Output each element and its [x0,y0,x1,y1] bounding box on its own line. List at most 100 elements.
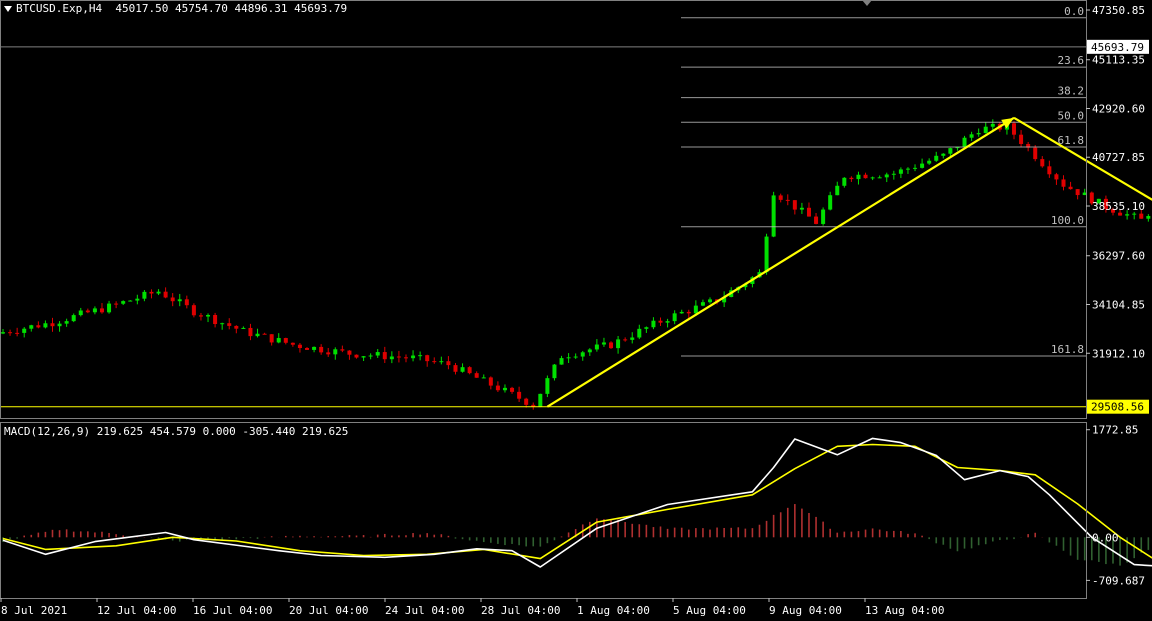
chart-header[interactable]: BTCUSD.Exp,H4 45017.50 45754.70 44896.31… [4,2,347,15]
candle-body [368,355,373,357]
candle-body [305,348,310,350]
candle-body [432,361,437,363]
candle-body [439,361,444,363]
candle-body [1125,214,1130,216]
candle-body [8,332,13,334]
candle-body [1040,159,1045,167]
macd-panel[interactable] [2,437,1152,568]
chart-axes: 47350.85 45113.35 42920.60 40727.85 38535.10… [0,0,1149,617]
candle-body [213,314,218,325]
chevron-down-icon[interactable] [4,6,12,12]
candle-body [57,323,62,327]
trading-chart[interactable]: 0.023.638.250.061.8100.0161.8 47350.8545… [0,0,1152,621]
candle-body [502,387,507,391]
candle-body [948,148,953,154]
fib-level-label: 50.0 [1058,109,1085,122]
candle-body [969,134,974,138]
candle-body [651,320,656,328]
candle-body [658,320,663,323]
candle-body [594,344,599,350]
candle-body [580,352,585,357]
price-axis-label: 31912.10 [1092,347,1145,360]
time-axis-label: 13 Aug 04:00 [865,604,944,617]
candle-body [495,385,500,391]
candle-body [418,355,423,357]
candle-body [135,298,140,301]
candle-body [545,378,550,394]
fib-level-label: 23.6 [1058,54,1085,67]
price-axis-label: 34104.85 [1092,298,1145,311]
candle-body [474,373,479,378]
candle-body [1146,216,1151,219]
ohlc-label: 45017.50 45754.70 44896.31 45693.79 [115,2,348,15]
price-axis-label: 40727.85 [1092,151,1145,164]
candle-body [764,236,769,273]
price-axis-label: 42920.60 [1092,102,1145,115]
candle-body [29,325,34,329]
candle-body [566,357,571,359]
candle-body [333,349,338,355]
candle-body [234,325,239,329]
candle-body [920,163,925,168]
candle-body [814,216,819,224]
candle-body [85,310,90,313]
candle-body [43,323,48,328]
candle-body [693,305,698,314]
candle-body [107,303,112,313]
price-axis-label: 36297.60 [1092,250,1145,263]
candle-body [248,327,253,337]
candle-body [905,168,910,170]
candle-body [425,355,430,362]
candle-body [206,314,211,317]
price-panel[interactable]: 0.023.638.250.061.8100.0161.8 [0,5,1152,410]
candle-body [623,339,628,341]
candle-body [913,167,918,169]
candle-body [163,291,168,298]
candle-body [983,126,988,134]
candle-body [297,344,302,349]
candle-body [934,155,939,161]
candle-body [792,200,797,210]
candle-body [403,357,408,359]
macd-axis-label: 0.00 [1092,531,1119,544]
candle-body [778,195,783,200]
time-axis-label: 12 Jul 04:00 [97,604,176,617]
time-axis-label: 9 Aug 04:00 [769,604,842,617]
candle-body [347,350,352,355]
candle-body [460,367,465,372]
candle-body [1054,174,1059,180]
candle-body [262,333,267,335]
chart-shift-icon[interactable] [862,0,872,6]
time-axis-label: 1 Aug 04:00 [577,604,650,617]
candle-body [78,310,83,316]
candle-body [71,315,76,322]
candle-body [446,361,451,366]
candle-body [114,303,119,305]
candle-body [1047,166,1052,175]
candle-body [821,209,826,224]
candle-body [990,123,995,127]
candle-body [1061,179,1066,187]
candle-body [799,207,804,210]
candle-body [290,342,295,345]
candle-body [312,346,317,350]
macd-panel-frame [0,422,1087,599]
macd-header: MACD(12,26,9) 219.625 454.579 0.000 -305… [4,425,349,438]
candle-body [524,398,529,405]
candle-body [510,387,515,392]
candle-body [884,174,889,178]
candle-body [488,377,493,386]
candle-body [1019,134,1024,144]
candle-body [22,328,27,333]
candle-body [198,315,203,317]
candle-body [1012,123,1017,135]
candle-body [382,352,387,360]
projection-arrow[interactable] [546,116,1015,408]
macd-signal-line [2,443,1152,560]
candle-body [184,299,189,306]
candle-body [771,195,776,237]
candle-body [835,185,840,196]
candle-body [389,356,394,360]
candle-body [517,391,522,399]
candle-body [573,356,578,358]
